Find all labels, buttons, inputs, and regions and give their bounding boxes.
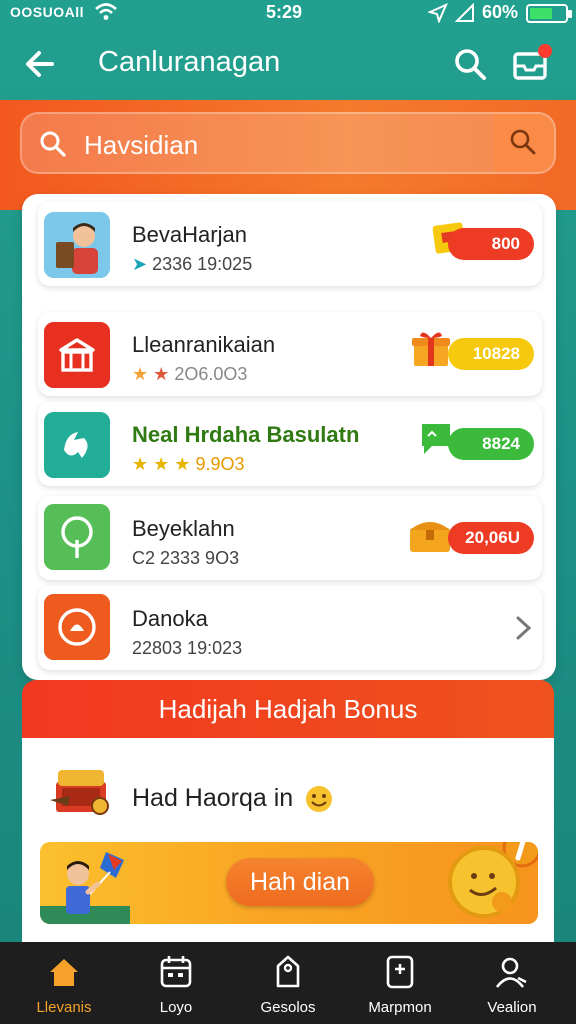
item-name-text: Neal Hrdaha Basulatn [132,422,360,447]
clock: 5:29 [266,2,303,22]
bonus-cta-button[interactable]: Hah dian [226,858,374,906]
list-item[interactable]: BevaHarjan ➤ 2336 19:025 800 [38,202,542,286]
smiley-icon [306,786,332,812]
app-bar: Canluranagan [0,30,576,100]
battery-icon [526,4,572,23]
page-title: Canluranagan [98,46,281,78]
item-name: Lleanranikaian [132,332,276,357]
nav-label: Llevanis [36,999,92,1016]
nav-label: Gesolos [260,999,316,1016]
nav-item-wallet[interactable]: Marpmon [350,942,450,1024]
chevron-right-icon[interactable] [514,614,534,642]
signal-icon [454,2,475,28]
list-item[interactable]: Neal Hrdaha Basulatn ★ ★ ★ 9.9O3 8824 [38,402,542,486]
reading-boy-avatar [44,212,110,278]
search-icon[interactable] [450,44,490,84]
item-name: Neal Hrdaha Basulatn [132,422,359,448]
nav-item-tags[interactable]: Gesolos [238,942,338,1024]
arrow-left-icon[interactable] [20,44,60,84]
bonus-panel: Had Haorqa in Hah dian [22,738,554,944]
item-meta: C2 2333 9O3 [132,548,239,569]
coin-mascot-icon [448,842,538,918]
ring-icon [44,594,110,660]
treasure-box-icon [410,522,450,552]
home-icon [50,959,78,986]
list-item[interactable]: Lleanranikaian ★ ★ 2O6.0O3 10828 [38,312,542,396]
location-icon [427,3,448,28]
gift-box-icon [412,332,450,366]
item-meta-text: 9.9O3 [195,454,245,474]
battery-fill [530,8,552,19]
item-meta-text: C2 2333 9O3 [132,548,240,568]
list-item[interactable]: Danoka 22803 19:023 [38,586,542,670]
nav-label: Vealion [487,999,537,1016]
item-meta-text: 2O6.0O3 [174,364,248,384]
bottom-navigation: Llevanis Loyo Gesolos Marpmon Vealion [0,942,576,1024]
bonus-header: Hadijah Hadjah Bonus [22,680,554,738]
boy-with-kite-illustration [66,852,124,914]
nav-item-calendar[interactable]: Loyo [126,942,226,1024]
calendar-icon [160,956,192,988]
profile-icon [495,957,527,988]
bonus-banner[interactable]: Hah dian [40,842,538,924]
nav-label: Marpmon [368,999,432,1016]
nav-item-home[interactable]: Llevanis [14,942,114,1024]
battery-percent: 60% [482,2,519,22]
list-item[interactable]: Beyeklahn C2 2333 9O3 20,06U [38,496,542,580]
search-value: Havsidian [84,130,199,160]
treasure-chest-icon [50,770,109,815]
reward-badge: 800 [448,228,534,260]
gift-app-icon [44,412,110,478]
reward-badge: 8824 [448,428,534,460]
tag-icon [276,955,300,988]
inbox-icon[interactable] [510,44,554,84]
nav-label: Loyo [159,999,193,1016]
search-field-icon [38,129,68,159]
tree-icon [44,504,110,570]
carrier-label: OOSUOAll [10,4,85,20]
item-meta: ★ ★ 2O6.0O3 [132,364,248,384]
task-list: BevaHarjan ➤ 2336 19:025 800 Lleanranika… [22,194,556,680]
bonus-headline: Had Haorqa in [132,784,294,812]
notification-dot [538,44,552,58]
search-input[interactable]: Havsidian [20,112,556,174]
item-meta: 22803 19:023 [132,638,243,658]
item-meta-text: 2336 19:025 [152,254,253,274]
item-name: Danoka [132,606,208,631]
reward-badge: 20,06U [448,522,534,554]
item-meta: ➤ 2336 19:025 [132,254,253,274]
search-submit-button[interactable] [494,114,554,172]
item-name: BevaHarjan [132,222,247,247]
status-bar: OOSUOAll 5:29 60% [0,0,576,30]
shop-icon [44,322,110,388]
item-meta: ★ ★ ★ 9.9O3 [132,454,245,474]
nav-item-profile[interactable]: Vealion [462,942,562,1024]
reward-badge: 10828 [448,338,534,370]
item-name: Beyeklahn [132,516,235,541]
wallet-icon [386,955,414,989]
app-screen: OOSUOAll 5:29 60% Canluranagan Havsidian… [0,0,576,1024]
wifi-icon [94,2,118,27]
